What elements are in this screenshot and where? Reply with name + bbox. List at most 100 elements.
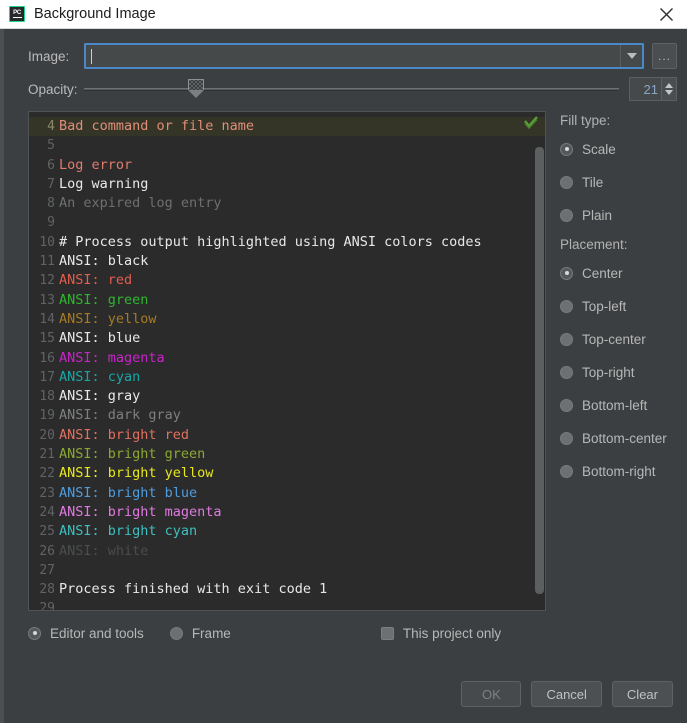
scope-editor-and-tools[interactable]: Editor and tools: [28, 622, 144, 644]
slider-thumb[interactable]: [188, 79, 205, 98]
line-text: Log error: [59, 156, 133, 173]
scope-frame[interactable]: Frame: [169, 622, 231, 644]
console-line: 15 ANSI: blue: [29, 329, 545, 348]
radio-button[interactable]: [560, 464, 573, 478]
line-text: ANSI: bright red: [59, 426, 190, 443]
line-number: 24: [39, 504, 55, 520]
console-line: 23 ANSI: bright blue: [29, 484, 545, 503]
radio-button[interactable]: [560, 266, 573, 280]
console-line: 5: [29, 136, 545, 155]
image-row: Image: ...: [28, 43, 677, 69]
console-line: 10 # Process output highlighted using ANS…: [29, 233, 545, 252]
scope-target-group: Editor and tools Frame: [28, 622, 257, 644]
placement-bottom-center[interactable]: Bottom-center: [560, 427, 687, 449]
close-icon[interactable]: [651, 1, 681, 27]
line-number: 6: [47, 157, 55, 173]
console-line: 27: [29, 561, 545, 580]
image-combobox[interactable]: [84, 43, 644, 69]
placement-center[interactable]: Center: [560, 262, 687, 284]
radio-button[interactable]: [560, 299, 573, 313]
placement-top-left[interactable]: Top-left: [560, 295, 687, 317]
fill-type-scale[interactable]: Scale: [560, 138, 687, 160]
image-path-input[interactable]: [86, 45, 620, 67]
radio-button[interactable]: [560, 398, 573, 412]
line-number: 29: [39, 601, 55, 611]
console-line: 24 ANSI: bright magenta: [29, 503, 545, 522]
line-text: ANSI: black: [59, 253, 149, 270]
radio-label: Bottom-center: [582, 430, 667, 446]
console-line: 22 ANSI: bright yellow: [29, 464, 545, 483]
console-line: 12 ANSI: red: [29, 271, 545, 290]
clear-button[interactable]: Clear: [611, 681, 673, 707]
line-number: 5: [47, 138, 55, 154]
radio-button[interactable]: [28, 626, 41, 640]
radio-button[interactable]: [169, 626, 183, 640]
console-scrollbar[interactable]: [535, 147, 544, 608]
placement-bottom-right[interactable]: Bottom-right: [560, 460, 687, 482]
scope-row: Editor and tools Frame This project only: [28, 621, 687, 645]
title-bar: PC Background Image: [0, 0, 687, 29]
console-line: 19 ANSI: dark gray: [29, 406, 545, 425]
radio-button[interactable]: [560, 365, 573, 379]
chevron-down-icon[interactable]: [665, 90, 673, 95]
opacity-row: Opacity:: [28, 77, 677, 101]
console-line: 4 Bad command or file name: [29, 117, 545, 137]
console-line: 26 ANSI: white: [29, 542, 545, 561]
placement-label: Placement:: [560, 237, 628, 252]
console-line: 18 ANSI: gray: [29, 387, 545, 406]
cancel-button[interactable]: Cancel: [531, 681, 602, 707]
chevron-up-icon[interactable]: [665, 83, 673, 88]
console-line: 6 Log error: [29, 156, 545, 175]
radio-button[interactable]: [560, 332, 573, 346]
chevron-down-icon[interactable]: [620, 45, 642, 67]
placement-top-center[interactable]: Top-center: [560, 328, 687, 350]
radio-label: Center: [582, 265, 623, 281]
radio-button[interactable]: [560, 142, 573, 156]
radio-button[interactable]: [560, 175, 573, 189]
console-line: 14 ANSI: yellow: [29, 310, 545, 329]
console-preview[interactable]: 4 Bad command or file name 5 6 Log error 7 Log…: [28, 111, 546, 611]
radio-button[interactable]: [560, 208, 573, 222]
line-number: 15: [39, 331, 55, 347]
radio-button[interactable]: [560, 431, 573, 445]
checkbox-box[interactable]: [380, 626, 394, 640]
placement-top-right[interactable]: Top-right: [560, 361, 687, 383]
dialog-buttons: OK Cancel Clear: [4, 681, 687, 723]
console-line: 13 ANSI: green: [29, 291, 545, 310]
this-project-only-checkbox[interactable]: This project only: [380, 626, 501, 641]
fill-type-plain[interactable]: Plain: [560, 204, 687, 226]
opacity-stepper[interactable]: [629, 77, 677, 101]
line-text: ANSI: yellow: [59, 310, 157, 327]
line-text: [59, 213, 545, 232]
opacity-input[interactable]: [630, 78, 661, 100]
console-line: 11 ANSI: black: [29, 252, 545, 271]
line-text: ANSI: bright magenta: [59, 503, 222, 520]
fill-type-label: Fill type:: [560, 113, 611, 128]
line-number: 8: [47, 196, 55, 212]
fill-type-group: Scale Tile Plain: [560, 138, 687, 226]
line-text: [59, 561, 545, 580]
browse-button[interactable]: ...: [652, 43, 677, 69]
ok-button[interactable]: OK: [461, 681, 522, 707]
line-number: 17: [39, 369, 55, 385]
console-lines: 4 Bad command or file name 5 6 Log error 7 Log…: [29, 112, 545, 610]
line-text: ANSI: cyan: [59, 368, 141, 385]
fill-type-tile[interactable]: Tile: [560, 171, 687, 193]
line-number: 19: [39, 408, 55, 424]
spinner-arrows[interactable]: [661, 78, 676, 100]
line-text: [59, 136, 545, 155]
line-number: 27: [39, 562, 55, 578]
background-image-dialog: PC Background Image Image: ... Opacity:: [0, 0, 687, 723]
radio-label: Bottom-right: [582, 463, 656, 479]
line-text: Bad command or file name: [59, 118, 255, 134]
options-panel: Fill type: Scale Tile Plain Placement: Cen…: [546, 111, 687, 611]
line-number: 4: [47, 119, 55, 134]
opacity-slider[interactable]: [84, 78, 619, 100]
console-line: 7 Log warning: [29, 175, 545, 194]
line-text: ANSI: bright yellow: [59, 465, 214, 482]
line-text: # Process output highlighted using ANSI …: [59, 233, 482, 250]
line-number: 22: [39, 466, 55, 482]
placement-bottom-left[interactable]: Bottom-left: [560, 394, 687, 416]
line-text: ANSI: red: [59, 272, 133, 289]
scrollbar-thumb[interactable]: [535, 147, 544, 595]
